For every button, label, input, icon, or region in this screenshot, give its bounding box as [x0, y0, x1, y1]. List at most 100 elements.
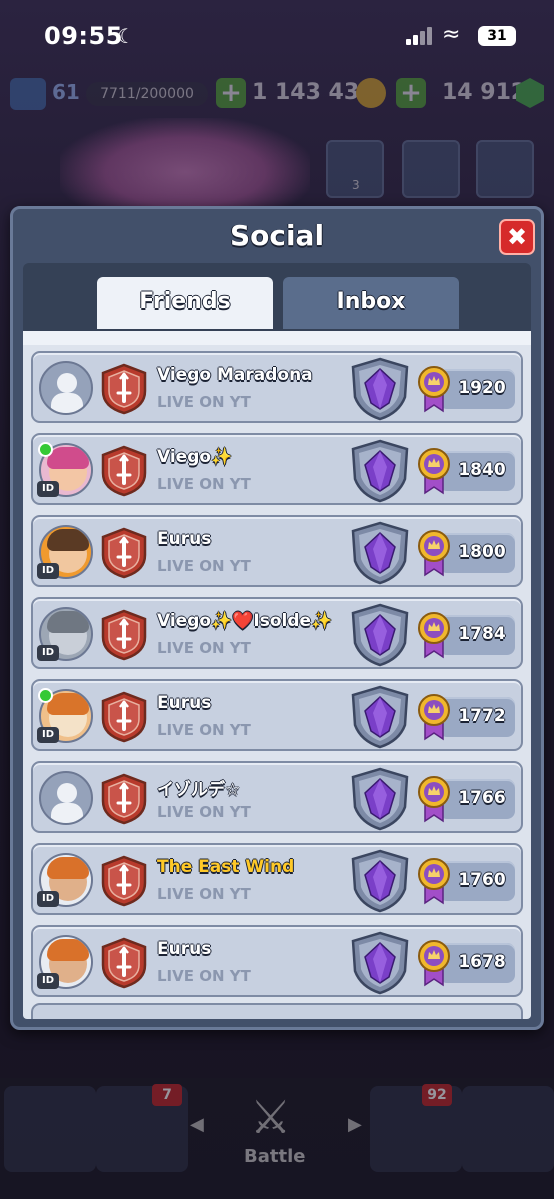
list-item[interactable]: ID Eurus LIVE ON YT 1772: [31, 679, 523, 751]
list-item[interactable]: ID Eurus LIVE ON YT 1800: [31, 515, 523, 587]
cards-tab: 7: [96, 1084, 188, 1172]
gems-amount: 14 912: [442, 80, 527, 105]
clan-tab: [462, 1086, 554, 1172]
friend-status: LIVE ON YT: [157, 393, 251, 411]
trophy-medal-icon: [418, 776, 450, 823]
id-tag: ID: [37, 727, 59, 743]
cards-badge: 7: [152, 1084, 182, 1106]
avatar-hair: [47, 857, 89, 879]
friend-status: LIVE ON YT: [157, 721, 251, 739]
resource-hud: 61 7711/200000 + 1 143 438 + 14 912: [0, 74, 554, 114]
left-arrow-icon: ◀: [190, 1114, 204, 1135]
arena-badge-icon: [351, 603, 409, 667]
trophy-count: 1678: [458, 952, 506, 972]
list-item[interactable]: ID Eurus LIVE ON YT 1678: [31, 925, 523, 997]
avatar-hair: [47, 611, 89, 633]
tab-friends[interactable]: Friends: [97, 277, 273, 329]
online-indicator: [38, 442, 53, 457]
friend-status: LIVE ON YT: [157, 557, 251, 575]
crossed-swords-icon: ⚔: [250, 1090, 292, 1144]
clan-badge-icon: [101, 527, 147, 579]
list-item[interactable]: [31, 1003, 523, 1019]
moon-icon: ☾: [117, 24, 135, 48]
status-bar: 09:55 ☾ ≈ 31: [0, 0, 554, 74]
arena-badge-icon: [351, 357, 409, 421]
trophy-count: 1784: [458, 624, 506, 644]
friend-name: Eurus: [157, 693, 212, 713]
battle-tab-label: Battle: [244, 1146, 306, 1167]
close-button[interactable]: ✖: [499, 219, 535, 255]
xp-bar: 7711/200000: [86, 82, 208, 106]
avatar-hair: [47, 529, 89, 551]
friend-name: Eurus: [157, 529, 212, 549]
friend-name: イゾルデ☆: [157, 780, 241, 800]
add-gold-button: +: [216, 78, 246, 108]
list-item[interactable]: イゾルデ☆ LIVE ON YT 1766: [31, 761, 523, 833]
trophy-medal-icon: [418, 612, 450, 659]
trophy-count: 1800: [458, 542, 506, 562]
right-arrow-icon: ▶: [348, 1114, 362, 1135]
clan-badge-icon: [101, 773, 147, 825]
avatar-hair: [47, 447, 89, 469]
list-item[interactable]: ID Viego✨ LIVE ON YT 1840: [31, 433, 523, 505]
friend-name: Eurus: [157, 939, 212, 959]
panel-title: Social: [229, 219, 325, 252]
social-panel: Social ✖ Friends Inbox Viego Maradona LIV…: [10, 206, 544, 1030]
news-icon: [402, 140, 460, 198]
trophy-count: 1840: [458, 460, 506, 480]
arena-badge-icon: [351, 439, 409, 503]
trophy-medal-icon: [418, 694, 450, 741]
clan-badge-icon: [101, 691, 147, 743]
tab-inbox[interactable]: Inbox: [283, 277, 459, 329]
friend-status: LIVE ON YT: [157, 967, 251, 985]
default-avatar-head: [57, 783, 77, 803]
friend-status: LIVE ON YT: [157, 803, 251, 821]
avatar[interactable]: [39, 361, 93, 415]
trophy-count: 1760: [458, 870, 506, 890]
id-tag: ID: [37, 481, 59, 497]
trophy-medal-icon: [418, 530, 450, 577]
tab-bar: Friends Inbox: [23, 263, 531, 333]
battery-icon: 31: [478, 26, 516, 46]
avatar[interactable]: [39, 771, 93, 825]
friends-list[interactable]: Viego Maradona LIVE ON YT 1920 ID Viego✨ LIVE…: [23, 331, 531, 1019]
default-avatar-body: [51, 393, 83, 413]
default-avatar-body: [51, 803, 83, 823]
events-tab: 92: [370, 1084, 462, 1172]
menu-icon: [476, 140, 534, 198]
id-tag: ID: [37, 891, 59, 907]
trophy-medal-icon: [418, 858, 450, 905]
arena-badge-icon: [351, 931, 409, 995]
list-item[interactable]: ID Viego✨❤️Isolde✨ LIVE ON YT 1784: [31, 597, 523, 669]
clan-badge-icon: [101, 937, 147, 989]
trophy-medal-icon: [418, 448, 450, 495]
avatar-hair: [47, 693, 89, 715]
events-badge: 92: [422, 1084, 452, 1106]
player-level: 61: [52, 80, 80, 104]
list-top-strip: [23, 331, 531, 345]
friend-name: Viego✨❤️Isolde✨: [157, 611, 333, 631]
level-icon: [10, 78, 46, 110]
gold-coin-icon: [356, 78, 386, 108]
trophy-medal-icon: [418, 940, 450, 987]
friend-name: The East Wind: [157, 857, 295, 877]
default-avatar-head: [57, 373, 77, 393]
arena-badge-icon: [351, 849, 409, 913]
wifi-icon: ≈: [442, 22, 461, 47]
shop-tab: [4, 1086, 96, 1172]
cellular-signal-icon: [406, 27, 434, 45]
list-item[interactable]: ID The East Wind LIVE ON YT 1760: [31, 843, 523, 915]
clock-time: 09:55: [44, 22, 123, 50]
clan-badge-icon: [101, 609, 147, 661]
arena-badge-icon: [351, 767, 409, 831]
clan-badge-icon: [101, 855, 147, 907]
avatar-hair: [47, 939, 89, 961]
friend-name: Viego Maradona: [157, 365, 313, 385]
arena-badge-icon: [351, 521, 409, 585]
friends-online-count: 3: [352, 178, 360, 192]
id-tag: ID: [37, 645, 59, 661]
bottom-navigation: 7 ◀ ⚔ Battle ▶ 92: [0, 1078, 554, 1199]
add-gems-button: +: [396, 78, 426, 108]
clan-badge-icon: [101, 445, 147, 497]
list-item[interactable]: Viego Maradona LIVE ON YT 1920: [31, 351, 523, 423]
